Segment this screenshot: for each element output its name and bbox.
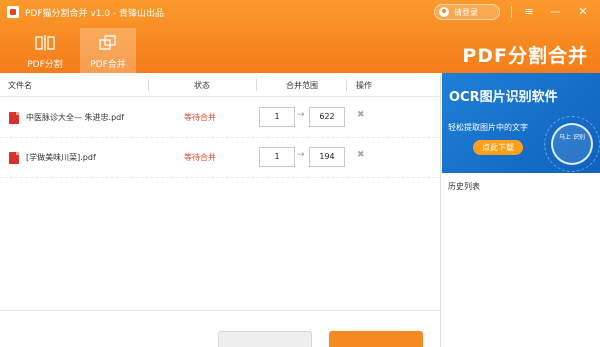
- toolbar: PDF分割 PDF合并 PDF分割合并: [0, 25, 600, 73]
- delete-icon[interactable]: ✖: [357, 110, 365, 120]
- arrow-right-icon: →: [297, 150, 305, 160]
- pdf-file-icon: [9, 152, 19, 164]
- user-avatar-icon: [439, 7, 449, 17]
- header-range: 合并范围: [286, 81, 318, 90]
- ad-download-button[interactable]: 点此下载: [473, 140, 523, 155]
- status-text: 等待合并: [184, 113, 216, 122]
- range-to-input[interactable]: 194: [309, 147, 345, 167]
- range-from-input[interactable]: 1: [259, 107, 295, 127]
- tab-pdf-merge[interactable]: PDF合并: [80, 28, 136, 73]
- panel-divider: [440, 73, 441, 347]
- bottom-divider: [0, 310, 440, 311]
- brand-title: PDF分割合并: [462, 45, 588, 67]
- tab-pdf-split[interactable]: PDF分割: [17, 28, 73, 73]
- table-row: [学做美味川菜].pdf 等待合并 1 → 194 ✖: [0, 138, 440, 178]
- scan-circle-icon: [551, 123, 593, 165]
- range-from-input[interactable]: 1: [259, 147, 295, 167]
- title-divider: [511, 6, 512, 18]
- table-row: 中医脉诊大全— 朱进忠.pdf 等待合并 1 → 622 ✖: [0, 98, 440, 138]
- login-button[interactable]: 请登录: [434, 4, 500, 20]
- arrow-right-icon: →: [297, 110, 305, 120]
- file-name: 中医脉诊大全— 朱进忠.pdf: [26, 113, 125, 122]
- header-separator: [148, 79, 149, 91]
- menu-icon[interactable]: ≡: [520, 4, 538, 20]
- header-separator: [256, 79, 257, 91]
- header-separator: [346, 79, 347, 91]
- secondary-action-button[interactable]: [218, 331, 312, 347]
- header-status: 状态: [194, 81, 210, 90]
- split-icon: [35, 35, 55, 51]
- app-title: PDF猫分割合并 v1.0 - 青锋山出品: [25, 9, 165, 19]
- title-bar: PDF猫分割合并 v1.0 - 青锋山出品 请登录 ≡ — ✕: [0, 0, 600, 25]
- delete-icon[interactable]: ✖: [357, 150, 365, 160]
- close-button[interactable]: ✕: [574, 4, 592, 20]
- ocr-ad-banner[interactable]: OCR图片识别软件 轻松提取图片中的文字 点此下载 马上 识别: [442, 73, 600, 173]
- primary-action-button[interactable]: [329, 331, 423, 347]
- history-list-label: 历史列表: [448, 182, 480, 191]
- header-band: PDF猫分割合并 v1.0 - 青锋山出品 请登录 ≡ — ✕ PDF分割 PD…: [0, 0, 600, 73]
- header-file-name: 文件名: [8, 81, 32, 90]
- status-text: 等待合并: [184, 153, 216, 162]
- merge-icon: [99, 35, 116, 50]
- login-label: 请登录: [454, 8, 478, 17]
- header-action: 操作: [356, 81, 372, 90]
- table-header: 文件名 状态 合并范围 操作: [0, 73, 440, 97]
- app-logo-icon: [7, 6, 19, 18]
- tab-pdf-split-label: PDF分割: [27, 60, 63, 70]
- ad-circle-label: 马上 识别: [559, 134, 585, 141]
- ad-subtitle: 轻松提取图片中的文字: [448, 123, 528, 132]
- tab-pdf-merge-label: PDF合并: [90, 60, 126, 70]
- range-to-input[interactable]: 622: [309, 107, 345, 127]
- minimize-button[interactable]: —: [546, 4, 564, 20]
- ad-title: OCR图片识别软件: [449, 90, 558, 105]
- pdf-file-icon: [9, 112, 19, 124]
- file-name: [学做美味川菜].pdf: [26, 153, 96, 162]
